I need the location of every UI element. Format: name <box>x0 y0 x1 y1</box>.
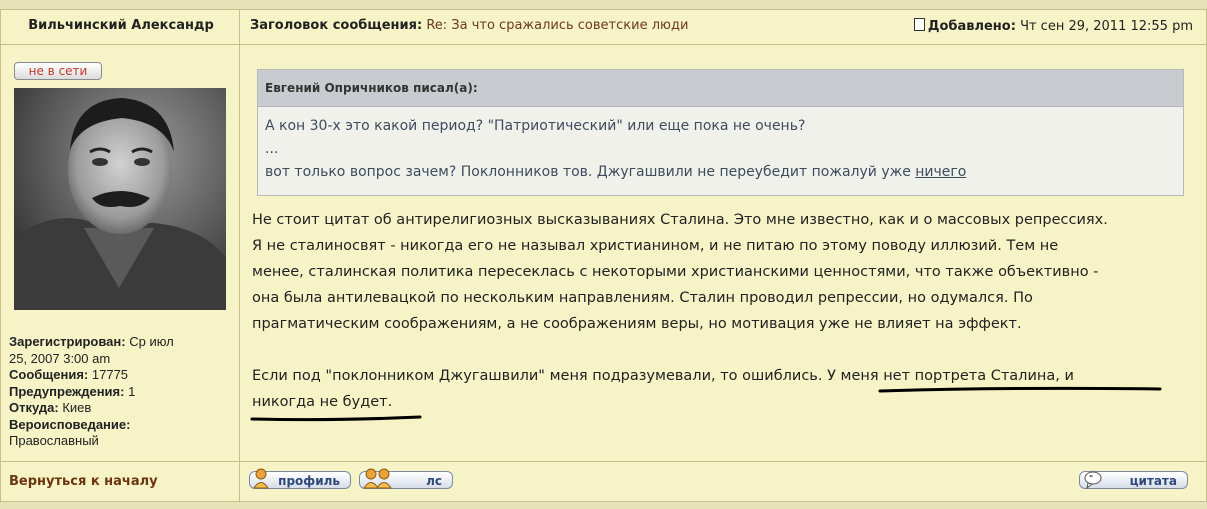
quote-button[interactable]: " цитата <box>1079 471 1188 490</box>
avatar <box>14 88 226 310</box>
message-line: она была антилевацкой по нескольким напр… <box>252 290 1033 306</box>
religion-label: Вероисповедание: <box>9 416 131 432</box>
message-line: Если под "поклонником Джугашвили" меня п… <box>252 368 1074 384</box>
post-subject: Заголовок сообщения: Re: За что сражалис… <box>250 18 688 33</box>
quote-icon: " <box>1083 469 1103 494</box>
posts-label: Сообщения: <box>9 367 89 382</box>
quote-block: Евгений Опричников писал(а): А кон 30-х … <box>257 69 1184 196</box>
subject-value: Re: За что сражались советские люди <box>426 18 689 33</box>
quote-line: А кон 30-х это какой период? "Патриотиче… <box>265 118 806 134</box>
posted-value: Чт сен 29, 2011 12:55 pm <box>1020 19 1193 34</box>
post-author-name[interactable]: Вильчинский Александр <box>10 18 232 33</box>
pm-button[interactable]: лс <box>359 468 453 489</box>
message-line: Не стоит цитат об антирелигиозных высказ… <box>252 212 1108 228</box>
message-line: менее, сталинская политика пересеклась с… <box>252 264 1099 280</box>
column-divider <box>239 9 240 501</box>
profile-button-label: профиль <box>278 474 340 488</box>
quote-line: вот только вопрос зачем? Поклонников тов… <box>265 161 1183 184</box>
quote-link[interactable]: ничего <box>915 164 966 180</box>
quote-line: ... <box>265 141 279 157</box>
user-profile-info: Зарегистрирован: Ср июл 25, 2007 3:00 am… <box>9 334 235 450</box>
avatar-photo-icon <box>14 88 226 310</box>
post-date: Добавлено: Чт сен 29, 2011 12:55 pm <box>913 18 1193 34</box>
profile-button[interactable]: профиль <box>249 468 351 489</box>
post-icon[interactable] <box>913 18 925 31</box>
pm-button-label: лс <box>426 474 442 488</box>
warnings-label: Предупреждения: <box>9 383 125 399</box>
post-body: Не стоит цитат об антирелигиозных высказ… <box>252 207 1197 415</box>
posts-value: 17775 <box>91 367 129 382</box>
registered-label: Зарегистрирован: <box>9 334 126 349</box>
warnings-value: 1 <box>128 383 136 399</box>
quote-button-label: цитата <box>1129 474 1177 488</box>
message-line: Я не сталиносвят - никогда его не называ… <box>252 238 1059 254</box>
registered-value: Ср июл <box>129 334 174 349</box>
registered-value-cont: 25, 2007 3:00 am <box>9 350 111 366</box>
posted-label: Добавлено: <box>927 19 1016 34</box>
quote-line-text: вот только вопрос зачем? Поклонников тов… <box>265 164 911 180</box>
message-line: никогда не будет. <box>252 394 393 410</box>
from-value: Киев <box>62 400 92 415</box>
message-line: прагматическим соображениям, а не сообра… <box>252 316 1022 332</box>
from-label: Откуда: <box>9 400 59 415</box>
back-to-top-link[interactable]: Вернуться к началу <box>9 474 158 489</box>
online-status-badge: не в сети <box>14 62 102 80</box>
footer-divider <box>0 461 1207 462</box>
header-divider <box>0 44 1207 45</box>
religion-value: Православный <box>9 433 99 448</box>
quote-author: Евгений Опричников писал(а): <box>258 70 1183 107</box>
svg-text:": " <box>1089 474 1093 483</box>
top-border <box>0 0 1207 10</box>
user-icon <box>253 467 269 494</box>
users-icon <box>363 467 393 494</box>
quote-body: А кон 30-х это какой период? "Патриотиче… <box>258 107 1183 184</box>
subject-label: Заголовок сообщения: <box>250 18 423 33</box>
